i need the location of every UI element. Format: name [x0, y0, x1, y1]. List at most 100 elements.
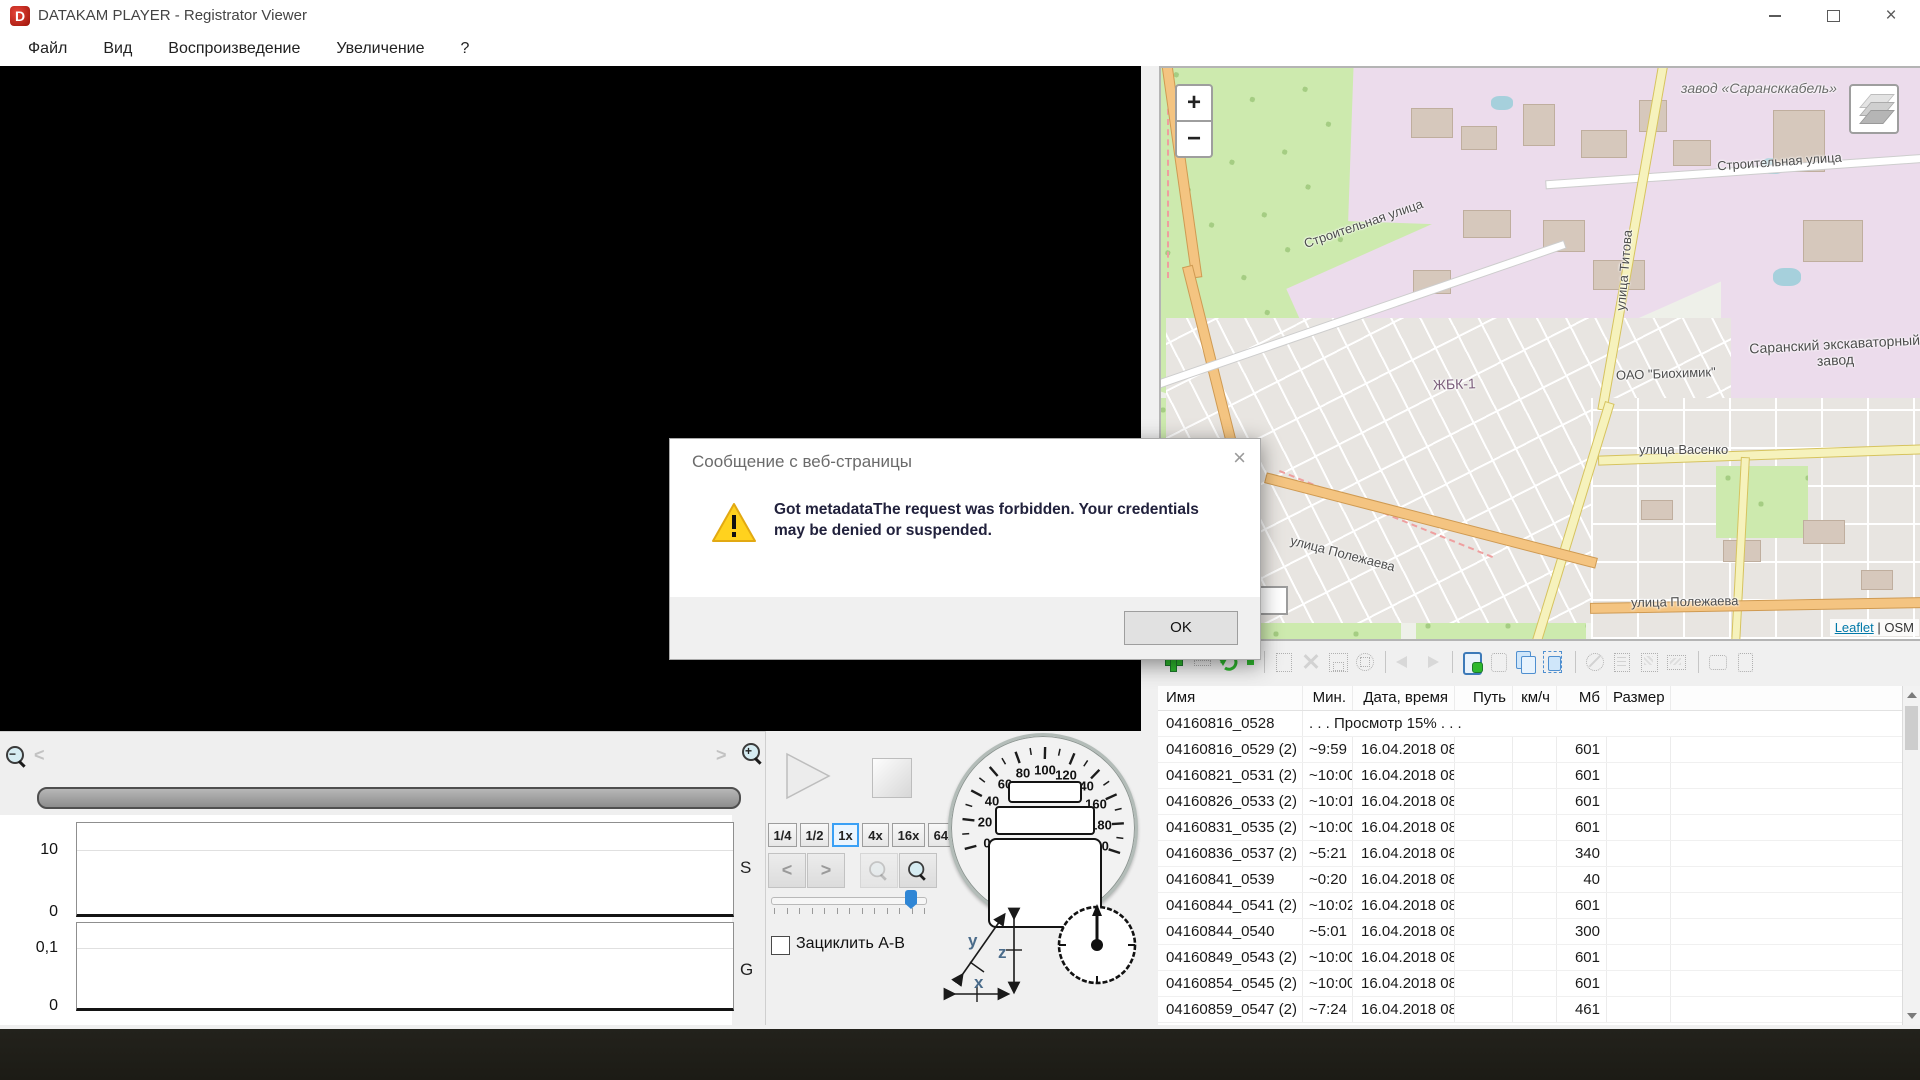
table-row[interactable]: 04160844_0541 (2) ~10:02 16.04.2018 08:4… [1158, 893, 1902, 919]
save-all-icon-disabled [1353, 650, 1377, 674]
attribution-divider: | [1877, 620, 1880, 635]
save-icon-disabled [1326, 650, 1350, 674]
col-speed[interactable]: км/ч [1513, 686, 1557, 710]
menu-file[interactable]: Файл [15, 37, 80, 61]
zoom-in-button[interactable] [899, 853, 937, 888]
speed-16x-button[interactable]: 16x [892, 823, 925, 847]
col-path[interactable]: Путь [1455, 686, 1513, 710]
axis-y-label: y [968, 931, 978, 950]
timeline-back-chevron[interactable]: < [34, 745, 45, 766]
panel-divider [765, 731, 766, 1025]
scroll-down-icon[interactable] [1907, 1013, 1917, 1019]
scroll-up-icon[interactable] [1907, 692, 1917, 698]
stop-button[interactable] [872, 758, 912, 798]
table-row[interactable]: 04160859_0547 (2) ~7:24 16.04.2018 08:59… [1158, 997, 1902, 1023]
loading-status: . . . Просмотр 15% . . . [1303, 711, 1513, 736]
map-green-east [1716, 466, 1808, 538]
map[interactable]: завод «Сарансккабель» Строительная улица… [1159, 66, 1920, 641]
speed-half-button[interactable]: 1/2 [800, 823, 829, 847]
grid-icon-disabled [1637, 650, 1661, 674]
table-row[interactable]: 04160841_0539 ~0:20 16.04.2018 08:41 40 [1158, 867, 1902, 893]
map-label-polezhaeva-e: улица Полежаева [1631, 593, 1739, 610]
table-scrollbar[interactable] [1902, 686, 1920, 1025]
table-row[interactable]: 04160849_0543 (2) ~10:00 16.04.2018 08:4… [1158, 945, 1902, 971]
message-dialog[interactable]: Сообщение с веб-страницы × Got metadataT… [669, 438, 1261, 660]
menu-help[interactable]: ? [448, 37, 483, 61]
extract-pages-icon[interactable] [1541, 650, 1565, 674]
delete-file-icon-disabled [1299, 650, 1323, 674]
gauge-display-small [1008, 781, 1082, 803]
speed-quarter-button[interactable]: 1/4 [768, 823, 797, 847]
speed-1x-button[interactable]: 1x [832, 823, 859, 847]
play-button[interactable] [783, 752, 833, 800]
toolbar-dot-icon[interactable] [1247, 658, 1271, 682]
table-row[interactable]: 04160836_0537 (2) ~5:21 16.04.2018 08:36… [1158, 841, 1902, 867]
prev-file-button[interactable]: < [768, 853, 806, 888]
copy-pages-icon[interactable] [1514, 650, 1538, 674]
dialog-message: Got metadataThe request was forbidden. Y… [774, 499, 1222, 541]
minimize-button[interactable] [1746, 0, 1804, 32]
gauge-display-medium [995, 806, 1095, 835]
table-row-loading[interactable]: 04160816_0528 . . . Просмотр 15% . . . [1158, 711, 1902, 737]
file-table-body: 04160816_0529 (2) ~9:59 16.04.2018 08:16… [1158, 737, 1902, 1023]
ok-button[interactable]: OK [1124, 611, 1238, 645]
speed-4x-button[interactable]: 4x [862, 823, 889, 847]
table-row[interactable]: 04160821_0531 (2) ~10:00 16.04.2018 08:2… [1158, 763, 1902, 789]
table-row[interactable]: 04160854_0545 (2) ~10:00 16.04.2018 08:5… [1158, 971, 1902, 997]
timeline-forward-chevron[interactable]: > [716, 745, 727, 766]
zoom-out-button[interactable] [860, 853, 898, 888]
next-file-button[interactable]: > [807, 853, 845, 888]
page-icon-disabled [1487, 650, 1511, 674]
col-size[interactable]: Размер [1607, 686, 1671, 710]
map-pond-3 [1491, 96, 1513, 110]
map-pond-2 [1773, 268, 1801, 286]
menu-bar: Файл Вид Воспроизведение Увеличение ? [0, 32, 1920, 66]
table-header: Имя Мин. Дата, время Путь км/ч Мб Размер [1158, 686, 1902, 711]
col-min[interactable]: Мин. [1303, 686, 1353, 710]
col-name[interactable]: Имя [1158, 686, 1303, 710]
map-export-icon-disabled [1664, 650, 1688, 674]
dialog-footer: OK [670, 597, 1260, 659]
col-mb[interactable]: Мб [1557, 686, 1607, 710]
table-row[interactable]: 04160816_0529 (2) ~9:59 16.04.2018 08:16… [1158, 737, 1902, 763]
menu-playback[interactable]: Воспроизведение [155, 37, 313, 61]
graphs-right-strip [732, 815, 765, 1025]
block-icon-disabled [1583, 650, 1607, 674]
app-logo-icon: D [10, 6, 30, 26]
menu-zoom[interactable]: Увеличение [323, 37, 437, 61]
loop-ab-label: Зациклить A-B [796, 935, 905, 953]
map-layers-button[interactable] [1849, 84, 1899, 134]
speed-slider-thumb[interactable] [905, 890, 917, 909]
axis-x-label: x [974, 973, 984, 992]
close-button[interactable]: × [1862, 0, 1920, 32]
menu-view[interactable]: Вид [90, 37, 145, 61]
title-bar: D DATAKAM PLAYER - Registrator Viewer × [0, 0, 1920, 32]
map-zoom-in-button[interactable]: + [1175, 84, 1213, 122]
table-row[interactable]: 04160831_0535 (2) ~10:00 16.04.2018 08:3… [1158, 815, 1902, 841]
add-page-icon[interactable] [1460, 650, 1484, 674]
redo-icon-disabled [1420, 650, 1444, 674]
fold-icon-disabled [1706, 650, 1730, 674]
seek-bar[interactable] [37, 787, 741, 809]
gsensor-chart [76, 922, 734, 1011]
leaflet-link[interactable]: Leaflet [1835, 620, 1874, 635]
table-row[interactable]: 04160826_0533 (2) ~10:01 16.04.2018 08:2… [1158, 789, 1902, 815]
warning-icon [710, 501, 758, 545]
maximize-button[interactable] [1804, 0, 1862, 32]
dialog-close-icon[interactable]: × [1233, 445, 1246, 471]
scroll-thumb[interactable] [1905, 706, 1918, 750]
col-datetime[interactable]: Дата, время [1353, 686, 1455, 710]
window-title: DATAKAM PLAYER - Registrator Viewer [38, 7, 307, 24]
map-label-factory-cable: завод «Сарансккабель» [1681, 80, 1837, 96]
gsensor-axis-max: 0,1 [0, 939, 58, 957]
timeline-zoom-in-icon[interactable]: + [742, 743, 764, 765]
timeline-zoom-out-icon[interactable]: − [6, 746, 28, 768]
loop-ab-checkbox[interactable] [771, 936, 790, 955]
map-zoom-out-button[interactable]: − [1175, 120, 1213, 158]
table-row[interactable]: 04160844_0540 ~5:01 16.04.2018 08:44 300 [1158, 919, 1902, 945]
speed-slider[interactable] [771, 897, 927, 905]
gsensor-chart-label: G [740, 960, 753, 980]
map-attribution: Leaflet | OSM [1830, 619, 1919, 636]
taskbar [0, 1029, 1920, 1080]
axis-z-label: z [998, 943, 1007, 962]
